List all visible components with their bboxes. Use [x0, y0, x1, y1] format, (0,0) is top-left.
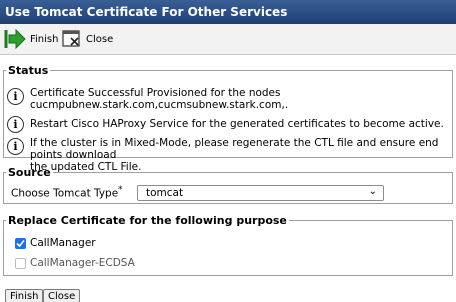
info-icon: i: [7, 138, 24, 155]
tomcat-type-selected-value: tomcat: [146, 187, 184, 199]
toolbar: Finish Close: [0, 24, 456, 55]
tomcat-type-select[interactable]: tomcat ⌄: [137, 185, 384, 201]
finish-arrow-icon: [4, 29, 26, 49]
window-title: Use Tomcat Certificate For Other Service…: [0, 0, 456, 24]
purpose-legend: Replace Certificate for the following pu…: [8, 214, 287, 227]
info-icon: i: [7, 88, 24, 105]
status-message-text: cucmpubnew.stark.com,cucmsubnew.stark.co…: [30, 99, 289, 111]
close-button[interactable]: Close: [43, 289, 81, 302]
status-message-text: If the cluster is in Mixed-Mode, please …: [30, 137, 439, 161]
tomcat-type-label-text: Choose Tomcat Type: [11, 187, 119, 200]
callmanager-label: CallManager: [30, 237, 96, 249]
status-message-text: Certificate Successful Provisioned for t…: [30, 87, 281, 99]
checkmark-icon: [16, 239, 25, 247]
callmanager-checkbox[interactable]: [15, 237, 26, 249]
source-legend: Source: [8, 166, 51, 179]
callmanager-ecdsa-checkbox[interactable]: [15, 257, 26, 269]
callmanager-ecdsa-label: CallManager-ECDSA: [30, 257, 135, 269]
chevron-down-icon: ⌄: [368, 186, 377, 197]
status-legend: Status: [8, 64, 49, 77]
info-icon: i: [7, 116, 24, 133]
finish-button[interactable]: Finish: [5, 289, 44, 302]
toolbar-finish-label: Finish: [30, 33, 59, 45]
toolbar-finish-button[interactable]: Finish: [4, 27, 58, 51]
status-message-1: i Certificate Successful Provisioned for…: [7, 87, 288, 111]
toolbar-close-button[interactable]: Close: [62, 27, 113, 51]
close-window-icon: [62, 30, 80, 47]
toolbar-close-label: Close: [86, 33, 114, 45]
status-message-text: Restart Cisco HAProxy Service for the ge…: [30, 118, 444, 130]
status-message-2: i Restart Cisco HAProxy Service for the …: [7, 115, 444, 133]
status-section: Status i Certificate Successful Provisio…: [3, 64, 453, 173]
tomcat-type-label: Choose Tomcat Type*: [11, 185, 123, 200]
callmanager-option[interactable]: CallManager: [15, 237, 96, 249]
required-marker: *: [118, 185, 123, 195]
callmanager-ecdsa-option[interactable]: CallManager-ECDSA: [15, 257, 135, 269]
